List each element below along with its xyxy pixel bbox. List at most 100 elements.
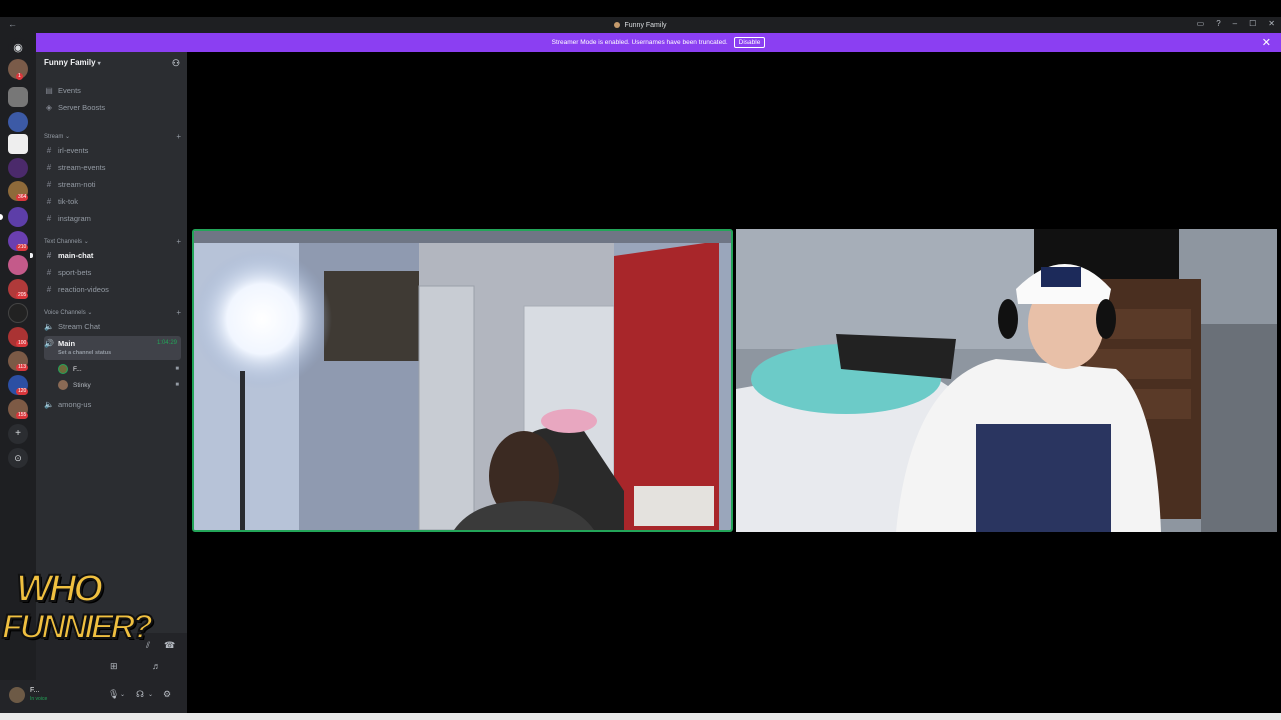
server-icon[interactable] <box>8 158 28 178</box>
headphones-icon[interactable]: ☊ <box>136 689 144 700</box>
add-channel-icon[interactable]: + <box>176 308 181 317</box>
add-server-icon[interactable]: + <box>8 424 28 444</box>
channel-name: tik-tok <box>58 197 79 206</box>
sidebar-item-events[interactable]: ▤ Events <box>44 83 181 98</box>
category-label: Voice Channels <box>44 310 86 316</box>
discord-home-icon[interactable]: ◉ <box>8 38 28 58</box>
inbox-icon[interactable]: ▭ <box>1197 19 1205 28</box>
disable-button[interactable]: Disable <box>733 37 766 48</box>
category-stream[interactable]: Stream ⌄ + <box>44 132 181 141</box>
notification-badge: 113 <box>16 364 28 371</box>
hash-icon: # <box>46 146 52 155</box>
notification-badge: 100 <box>16 340 29 347</box>
webcam-feed-bedroom <box>736 229 1277 532</box>
channel-name: Stream Chat <box>58 322 101 331</box>
notification-badge: 120 <box>16 388 29 395</box>
chevron-down-icon: ⌄ <box>83 239 89 245</box>
channel-stream-events[interactable]: # stream-events <box>44 160 181 175</box>
unread-indicator <box>0 214 3 220</box>
add-channel-icon[interactable]: + <box>176 132 181 141</box>
hash-icon: # <box>46 197 52 206</box>
hash-icon: # <box>46 180 52 189</box>
boost-icon: ◈ <box>45 103 53 112</box>
channel-status[interactable]: Set a channel status <box>58 350 111 356</box>
sidebar-item-server-boosts[interactable]: ◈ Server Boosts <box>44 100 181 115</box>
hash-icon: # <box>46 251 52 260</box>
close-banner-icon[interactable]: ✕ <box>1262 36 1271 49</box>
microphone-icon[interactable]: 🎙 <box>108 689 119 700</box>
soundboard-icon[interactable]: ♬ <box>152 661 161 671</box>
notification-badge: 210 <box>16 244 29 251</box>
server-icon[interactable] <box>8 112 28 132</box>
avatar <box>58 380 68 390</box>
voice-user-row[interactable]: F... ■ <box>58 362 181 376</box>
server-icon[interactable] <box>8 134 28 154</box>
channel-irl-events[interactable]: # irl-events <box>44 143 181 158</box>
maximize-button[interactable]: ☐ <box>1249 19 1256 28</box>
hash-icon: # <box>46 214 52 223</box>
notification-badge: 155 <box>16 412 29 419</box>
invite-people-icon[interactable]: ⚇ <box>172 58 180 69</box>
category-text-channels[interactable]: Text Channels ⌄ + <box>44 237 181 246</box>
notification-badge: 1 <box>16 73 23 80</box>
gear-icon[interactable]: ⚙ <box>163 689 171 700</box>
channel-name: irl-events <box>58 146 89 155</box>
server-header[interactable]: Funny Family ▾ ⚇ <box>36 52 187 76</box>
channel-name: stream-noti <box>58 180 96 189</box>
hash-icon: # <box>46 163 52 172</box>
category-voice-channels[interactable]: Voice Channels ⌄ + <box>44 308 181 317</box>
notification-badge: 205 <box>16 292 29 299</box>
help-icon[interactable]: ? <box>1216 19 1220 28</box>
window-title: Funny Family <box>0 21 1281 29</box>
disconnect-icon[interactable]: ☎ <box>164 640 175 651</box>
avatar[interactable] <box>9 687 25 703</box>
channel-reaction-videos[interactable]: # reaction-videos <box>44 282 181 297</box>
chevron-down-icon[interactable]: ⌄ <box>148 691 153 698</box>
channel-stream-noti[interactable]: # stream-noti <box>44 177 181 192</box>
speaker-icon: 🔊 <box>44 339 54 348</box>
title-bar: ← Funny Family ▭ ? – ☐ ✕ <box>0 17 1281 33</box>
video-tile[interactable] <box>736 229 1277 532</box>
server-icon[interactable] <box>8 87 28 107</box>
os-taskbar <box>0 713 1281 720</box>
speaker-icon: 🔈 <box>44 400 54 409</box>
explore-servers-icon[interactable]: ⊙ <box>8 448 28 468</box>
streamer-mode-banner: Streamer Mode is enabled. Usernames have… <box>36 33 1281 52</box>
minimize-button[interactable]: – <box>1233 19 1237 28</box>
server-icon[interactable] <box>8 207 28 227</box>
banner-text: Streamer Mode is enabled. Usernames have… <box>551 39 728 46</box>
channel-main-chat[interactable]: # main-chat <box>44 248 181 263</box>
user-panel: F... In voice 🎙 ⌄ ☊ ⌄ ⚙ <box>0 680 187 713</box>
channel-among-us[interactable]: 🔈 among-us <box>44 397 181 412</box>
camera-icon: ■ <box>175 366 179 372</box>
chevron-down-icon[interactable]: ⌄ <box>120 691 125 698</box>
calendar-icon: ▤ <box>45 86 53 95</box>
server-icon[interactable] <box>8 255 28 275</box>
channel-tik-tok[interactable]: # tik-tok <box>44 194 181 209</box>
voice-user-name: F... <box>73 365 82 373</box>
video-tile-speaking[interactable] <box>192 229 733 532</box>
channel-name: Main <box>58 339 76 348</box>
notification-badge: 364 <box>16 194 29 201</box>
who-funnier-overlay: WHO FUNNIER? <box>1 568 154 675</box>
channel-sport-bets[interactable]: # sport-bets <box>44 265 181 280</box>
server-avatar-icon <box>614 21 621 28</box>
window-controls: ▭ ? – ☐ ✕ <box>1197 19 1275 28</box>
voice-user-row[interactable]: Stinky ■ <box>58 378 181 392</box>
server-icon[interactable] <box>8 303 28 323</box>
overlay-line-2: FUNNIER? <box>1 607 154 647</box>
chevron-down-icon: ⌄ <box>87 310 93 316</box>
channel-name: main-chat <box>58 251 94 260</box>
channel-instagram[interactable]: # instagram <box>44 211 181 226</box>
close-window-button[interactable]: ✕ <box>1268 19 1275 28</box>
category-label: Stream <box>44 134 64 140</box>
overlay-line-1: WHO <box>15 568 104 610</box>
camera-icon: ■ <box>175 382 179 388</box>
add-channel-icon[interactable]: + <box>176 237 181 246</box>
channel-main-voice[interactable]: 🔊 Main 1:04:29 Set a channel status <box>44 336 181 360</box>
channel-stream-chat[interactable]: 🔈 Stream Chat <box>44 319 181 334</box>
user-status: In voice <box>30 696 48 702</box>
channel-name: sport-bets <box>58 268 92 277</box>
webcam-feed-room <box>194 231 731 530</box>
channel-name: instagram <box>58 214 91 223</box>
